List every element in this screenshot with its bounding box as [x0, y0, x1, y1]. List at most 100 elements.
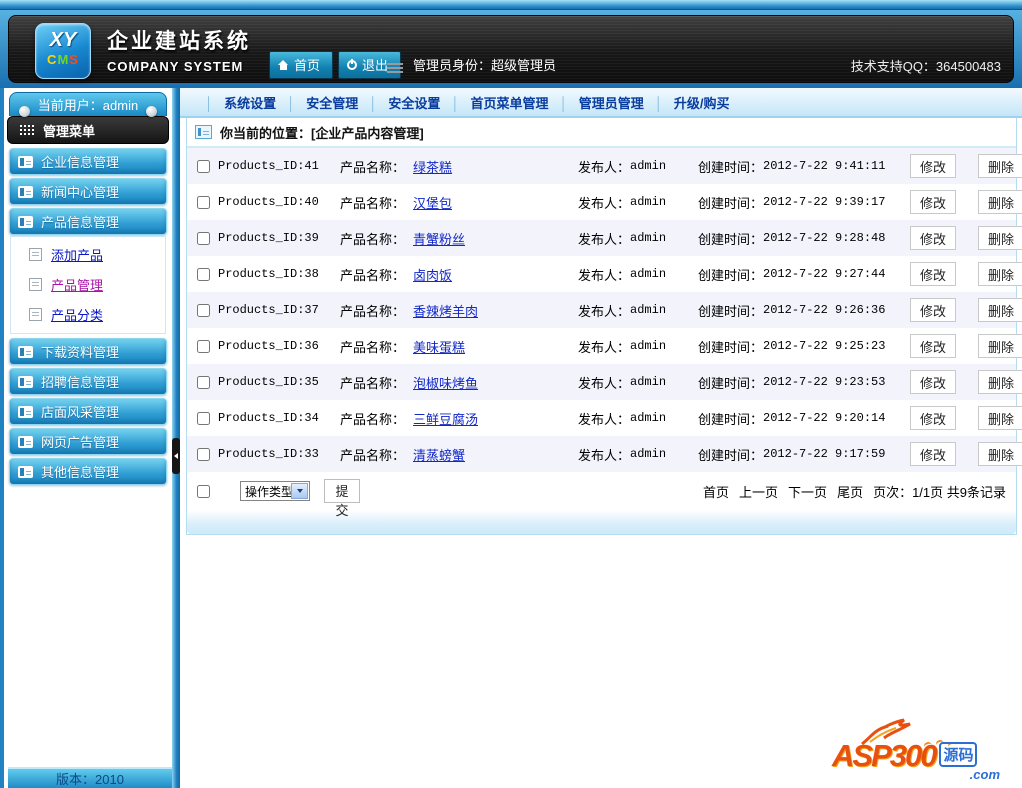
created-cell: 创建时间： 2012-7-22 9:28:48	[698, 229, 910, 248]
top-strip	[0, 0, 1022, 10]
row-checkbox[interactable]	[197, 376, 210, 389]
created-value: 2012-7-22 9:17:59	[763, 447, 885, 461]
row-checkbox[interactable]	[197, 412, 210, 425]
topnav-item[interactable]: 系统设置	[194, 93, 276, 112]
product-id: Products_ID:40	[218, 195, 340, 209]
created-value: 2012-7-22 9:28:48	[763, 231, 885, 245]
sidebar-subitem[interactable]: 产品分类	[29, 305, 165, 324]
delete-button[interactable]: 删除	[978, 298, 1022, 322]
header: XY CMS 企业建站系统 COMPANY SYSTEM 首页 退出 管理员身份…	[0, 10, 1022, 88]
pagination-prev[interactable]: 上一页	[739, 482, 778, 501]
product-name-link[interactable]: 泡椒味烤鱼	[413, 373, 478, 392]
product-name-label: 产品名称：	[340, 337, 405, 356]
sidebar-subitem[interactable]: 产品管理	[29, 275, 165, 294]
table-row: Products_ID:34 产品名称： 三鲜豆腐汤 发布人： admin 创建…	[187, 400, 1016, 436]
delete-button[interactable]: 删除	[978, 406, 1022, 430]
sidebar-subitem-link[interactable]: 产品分类	[51, 305, 103, 324]
created-cell: 创建时间： 2012-7-22 9:23:53	[698, 373, 910, 392]
app-logo: XY CMS	[35, 23, 91, 79]
sidebar-subitem-link[interactable]: 产品管理	[51, 275, 103, 294]
publisher-value: admin	[630, 447, 666, 461]
sidebar-group: 产品信息管理 添加产品 产品管理	[9, 208, 167, 335]
topnav-item[interactable]: 安全设置	[358, 93, 440, 112]
home-button[interactable]: 首页	[269, 51, 333, 79]
menu-title-bar: 管理菜单	[7, 116, 169, 144]
operation-type-select[interactable]: 操作类型	[240, 481, 310, 501]
product-name-link[interactable]: 香辣烤羊肉	[413, 301, 478, 320]
row-checkbox[interactable]	[197, 196, 210, 209]
publisher-cell: 发布人： admin	[578, 229, 698, 248]
product-name-link[interactable]: 卤肉饭	[413, 265, 452, 284]
sidebar-item[interactable]: 招聘信息管理	[9, 368, 167, 395]
topnav-item[interactable]: 首页菜单管理	[440, 93, 548, 112]
product-name-link[interactable]: 清蒸螃蟹	[413, 445, 465, 464]
sidebar-item[interactable]: 企业信息管理	[9, 148, 167, 175]
sidebar-item[interactable]: 其他信息管理	[9, 458, 167, 485]
delete-button[interactable]: 删除	[978, 154, 1022, 178]
created-label: 创建时间：	[698, 193, 763, 212]
edit-button[interactable]: 修改	[910, 334, 956, 358]
topnav-item[interactable]: 管理员管理	[549, 93, 644, 112]
sidebar-item-label: 下载资料管理	[41, 342, 119, 361]
edit-button[interactable]: 修改	[910, 190, 956, 214]
sidebar-item[interactable]: 下载资料管理	[9, 338, 167, 365]
topnav-item[interactable]: 安全管理	[276, 93, 358, 112]
edit-button[interactable]: 修改	[910, 298, 956, 322]
publisher-label: 发布人：	[578, 337, 630, 356]
sidebar-group: 其他信息管理	[9, 458, 167, 485]
logout-label: 退出	[362, 55, 388, 74]
edit-button[interactable]: 修改	[910, 226, 956, 250]
product-name-link[interactable]: 三鲜豆腐汤	[413, 409, 478, 428]
sidebar-item-label: 企业信息管理	[41, 152, 119, 171]
product-name-label: 产品名称：	[340, 373, 405, 392]
row-checkbox[interactable]	[197, 232, 210, 245]
select-all-checkbox[interactable]	[197, 485, 210, 498]
sidebar-item[interactable]: 产品信息管理	[9, 208, 167, 235]
publisher-value: admin	[630, 159, 666, 173]
pagination-last[interactable]: 尾页	[837, 482, 863, 501]
sidebar-item[interactable]: 店面风采管理	[9, 398, 167, 425]
row-checkbox[interactable]	[197, 448, 210, 461]
product-name-link[interactable]: 绿茶糕	[413, 157, 452, 176]
delete-button[interactable]: 删除	[978, 442, 1022, 466]
created-cell: 创建时间： 2012-7-22 9:20:14	[698, 409, 910, 428]
edit-button[interactable]: 修改	[910, 406, 956, 430]
folder-icon	[18, 186, 33, 198]
created-cell: 创建时间： 2012-7-22 9:17:59	[698, 445, 910, 464]
delete-button[interactable]: 删除	[978, 190, 1022, 214]
created-value: 2012-7-22 9:25:23	[763, 339, 885, 353]
topnav-item[interactable]: 升级/购买	[644, 93, 730, 112]
sidebar-subitem[interactable]: 添加产品	[29, 245, 165, 264]
table-row: Products_ID:40 产品名称： 汉堡包 发布人： admin 创建时间…	[187, 184, 1016, 220]
pagination-next[interactable]: 下一页	[788, 482, 827, 501]
pagination-first[interactable]: 首页	[703, 482, 729, 501]
product-name-link[interactable]: 美味蛋糕	[413, 337, 465, 356]
product-name-link[interactable]: 青蟹粉丝	[413, 229, 465, 248]
submit-button[interactable]: 提交	[324, 479, 360, 503]
created-value: 2012-7-22 9:41:11	[763, 159, 885, 173]
created-value: 2012-7-22 9:26:36	[763, 303, 885, 317]
product-name-link[interactable]: 汉堡包	[413, 193, 452, 212]
edit-button[interactable]: 修改	[910, 442, 956, 466]
row-checkbox[interactable]	[197, 268, 210, 281]
delete-button[interactable]: 删除	[978, 334, 1022, 358]
delete-button[interactable]: 删除	[978, 262, 1022, 286]
sidebar-item-label: 产品信息管理	[41, 212, 119, 231]
delete-button[interactable]: 删除	[978, 370, 1022, 394]
sidebar-item[interactable]: 网页广告管理	[9, 428, 167, 455]
main-area: 系统设置 安全管理 安全设置 首页菜单管理 管理员管理 升级/购买 你当前的位置…	[180, 88, 1022, 788]
splitter-collapse-handle[interactable]	[172, 438, 180, 474]
edit-button[interactable]: 修改	[910, 370, 956, 394]
publisher-cell: 发布人： admin	[578, 265, 698, 284]
sidebar-item-label: 其他信息管理	[41, 462, 119, 481]
row-checkbox[interactable]	[197, 160, 210, 173]
publisher-value: admin	[630, 411, 666, 425]
delete-button[interactable]: 删除	[978, 226, 1022, 250]
edit-button[interactable]: 修改	[910, 154, 956, 178]
sidebar-subitem-link[interactable]: 添加产品	[51, 245, 103, 264]
sidebar-item[interactable]: 新闻中心管理	[9, 178, 167, 205]
row-checkbox[interactable]	[197, 304, 210, 317]
edit-button[interactable]: 修改	[910, 262, 956, 286]
chevron-down-icon	[291, 483, 308, 499]
row-checkbox[interactable]	[197, 340, 210, 353]
